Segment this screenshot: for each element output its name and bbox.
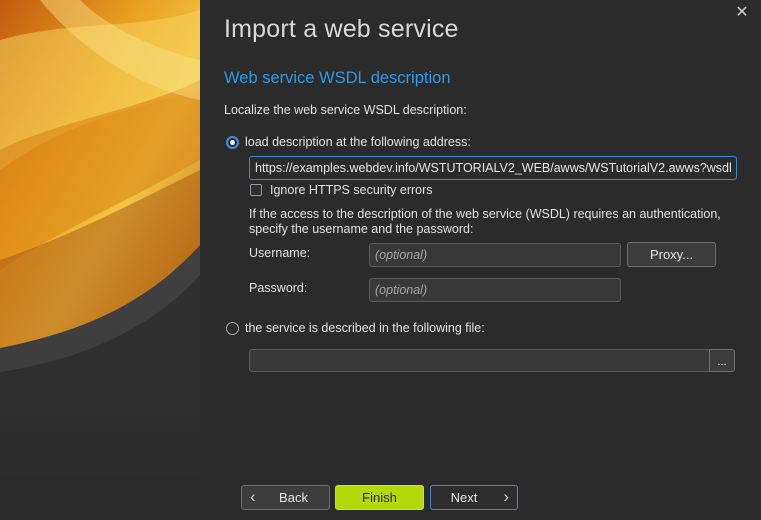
file-radio[interactable] — [226, 322, 239, 335]
browse-file-button[interactable]: ... — [709, 349, 735, 372]
address-radio[interactable] — [226, 136, 239, 149]
next-button[interactable]: Next › — [430, 485, 518, 510]
dialog-title: Import a web service — [224, 15, 459, 43]
wsdl-file-input[interactable] — [249, 349, 710, 372]
address-radio-label[interactable]: load description at the following addres… — [245, 135, 471, 149]
auth-note-line2: specify the username and the password: — [249, 222, 474, 236]
intro-text: Localize the web service WSDL descriptio… — [224, 103, 467, 117]
wizard-banner-image — [0, 0, 200, 520]
ignore-https-checkbox[interactable] — [250, 184, 262, 196]
back-button[interactable]: ‹ Back — [241, 485, 330, 510]
ignore-https-label[interactable]: Ignore HTTPS security errors — [270, 183, 433, 197]
proxy-button[interactable]: Proxy... — [627, 242, 716, 267]
banner-graphic — [0, 0, 200, 520]
auth-note-line1: If the access to the description of the … — [249, 207, 721, 221]
finish-button[interactable]: Finish — [335, 485, 424, 510]
wsdl-address-input[interactable]: https://examples.webdev.info/WSTUTORIALV… — [249, 156, 737, 180]
back-button-label: Back — [279, 490, 308, 505]
username-input[interactable]: (optional) — [369, 243, 621, 267]
section-title: Web service WSDL description — [224, 69, 451, 87]
password-input[interactable]: (optional) — [369, 278, 621, 302]
password-label: Password: — [249, 281, 308, 295]
chevron-left-icon: ‹ — [250, 487, 256, 506]
next-button-label: Next — [450, 490, 478, 505]
close-icon[interactable]: ✕ — [733, 4, 751, 22]
username-label: Username: — [249, 246, 311, 260]
file-radio-label[interactable]: the service is described in the followin… — [245, 321, 485, 335]
import-web-service-dialog: ✕ Import a web service Web service WSDL … — [0, 0, 761, 520]
chevron-right-icon: › — [503, 487, 509, 506]
